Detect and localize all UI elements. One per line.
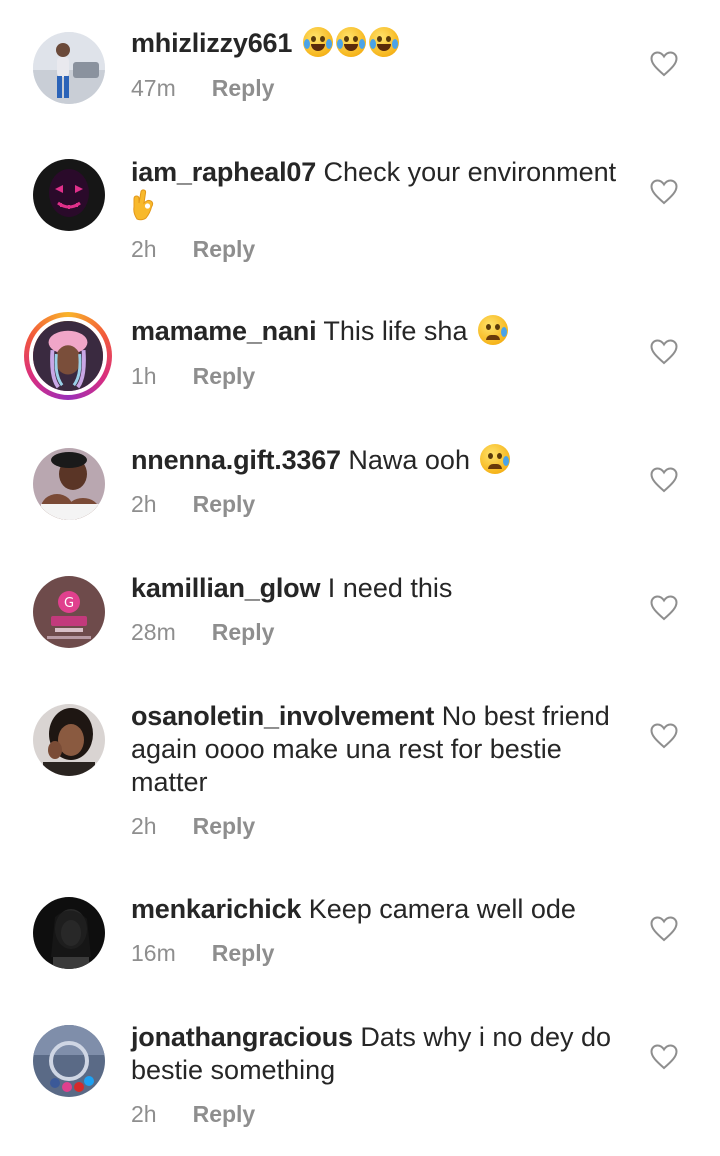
comment-text: mamame_nani This life sha [131,315,631,348]
comment-timestamp: 2h [131,813,157,839]
heart-outline-icon[interactable] [650,723,678,749]
reply-button[interactable]: Reply [212,619,275,645]
comment-body: Check your environment [323,157,617,187]
avatar[interactable]: G [33,576,105,648]
comment-username[interactable]: menkarichick [131,894,301,924]
crying-face-icon [480,444,511,474]
reply-button[interactable]: Reply [193,491,256,517]
comment-text: jonathangracious Dats why i no dey do be… [131,1021,631,1087]
comment-body: Nawa ooh [348,445,470,475]
comment-meta: 2h Reply [131,812,255,840]
comment-meta: 16m Reply [131,939,274,967]
comment-timestamp: 2h [131,491,157,517]
ok-hand-icon [133,189,154,221]
heart-outline-icon[interactable] [650,339,678,365]
avatar-photo-icon [33,448,105,520]
comment-text: osanoletin_involvement No best friend ag… [131,700,631,799]
comment-text: nnenna.gift.3367 Nawa ooh [131,444,631,477]
comment-username[interactable]: iam_rapheal07 [131,157,316,187]
heart-outline-icon[interactable] [650,179,678,205]
comment-meta: 28m Reply [131,618,274,646]
avatar[interactable] [33,704,105,776]
comment-timestamp: 2h [131,1101,157,1127]
avatar-photo-icon [33,32,105,104]
reply-button[interactable]: Reply [193,813,256,839]
comment-meta: 2h Reply [131,235,255,263]
comment-timestamp: 1h [131,363,157,389]
comment-meta: 2h Reply [131,490,255,518]
avatar-photo-icon [33,897,105,969]
face-with-tears-of-joy-icon [368,27,399,57]
comment-timestamp: 2h [131,236,157,262]
avatar[interactable] [33,32,105,104]
avatar-story-ring[interactable] [24,312,112,400]
comment-timestamp: 28m [131,619,176,645]
reply-button[interactable]: Reply [212,75,275,101]
comment-username[interactable]: kamillian_glow [131,573,320,603]
heart-outline-icon[interactable] [650,51,678,77]
comment-body: I need this [327,573,453,603]
comment-meta: 47m Reply [131,74,274,102]
comment-body: This life sha [323,316,468,346]
comment-text: menkarichick Keep camera well ode [131,893,631,926]
avatar-photo-icon [33,159,105,231]
comment-username[interactable]: nnenna.gift.3367 [131,445,341,475]
comment-text: mhizlizzy661 [131,27,631,60]
svg-text:G: G [64,596,74,611]
avatar[interactable] [33,1025,105,1097]
comment-timestamp: 16m [131,940,176,966]
reply-button[interactable]: Reply [212,940,275,966]
comment-text: iam_rapheal07 Check your environment [131,156,631,223]
reply-button[interactable]: Reply [193,1101,256,1127]
comment-username[interactable]: jonathangracious [131,1022,353,1052]
comment-body: Keep camera well ode [308,894,576,924]
crying-face-icon [477,315,508,345]
avatar-photo-icon [33,1025,105,1097]
heart-outline-icon[interactable] [650,916,678,942]
avatar [29,317,107,395]
avatar-photo-icon [33,704,105,776]
face-with-tears-of-joy-icon [335,27,366,57]
reply-button[interactable]: Reply [193,236,256,262]
avatar-photo-icon: G [33,576,105,648]
comment-username[interactable]: mhizlizzy661 [131,28,292,58]
heart-outline-icon[interactable] [650,595,678,621]
avatar[interactable] [33,159,105,231]
comment-meta: 1h Reply [131,362,255,390]
heart-outline-icon[interactable] [650,1044,678,1070]
comment-username[interactable]: mamame_nani [131,316,317,346]
comment-username[interactable]: osanoletin_involvement [131,701,434,731]
comment-timestamp: 47m [131,75,176,101]
avatar[interactable] [33,897,105,969]
avatar-photo-icon [33,321,103,391]
comment-meta: 2h Reply [131,1100,255,1128]
comment-text: kamillian_glow I need this [131,572,631,605]
avatar[interactable] [33,448,105,520]
face-with-tears-of-joy-icon [302,27,333,57]
heart-outline-icon[interactable] [650,467,678,493]
reply-button[interactable]: Reply [193,363,256,389]
